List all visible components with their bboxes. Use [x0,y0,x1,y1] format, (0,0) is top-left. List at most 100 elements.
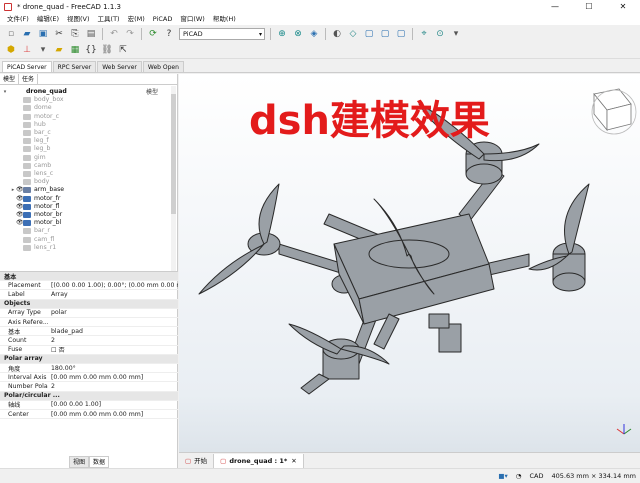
open-file-icon[interactable]: ▰ [21,28,33,40]
measure-icon[interactable]: ⌖ [418,28,430,40]
navigation-style[interactable]: CAD [529,472,543,480]
close-tab-icon[interactable]: ✕ [291,454,296,468]
expand-arrow-icon[interactable]: ▾ [2,88,8,96]
stereo-icon[interactable]: ◐ [331,28,343,40]
tab-web-open[interactable]: Web Open [142,61,184,72]
property-value[interactable]: [(0.00 0.00 1.00); 0.00°; (0.00 mm 0.00 … [48,282,178,289]
property-row[interactable]: 角度 180.00° [0,364,178,374]
visibility-eye-icon[interactable]: 👁 [16,186,24,194]
property-value[interactable]: ☐ 否 [48,345,178,354]
tab-view[interactable]: 视图 [68,456,89,468]
property-row[interactable]: Fuse ☐ 否 [0,346,178,355]
property-row[interactable]: Number Polar 2 [0,382,178,392]
tree-item[interactable]: hub [10,121,46,129]
tree-item[interactable]: bar_r [10,227,50,235]
property-group[interactable]: Polar array [0,354,178,364]
menu-help[interactable]: 帮助(H) [209,13,240,25]
zoom-icon[interactable]: ⊙ [434,28,446,40]
tree-item[interactable]: 👁 motor_fr [10,195,60,203]
fit-selection-icon[interactable]: ⊗ [292,28,304,40]
tab-web-server[interactable]: Web Server [97,61,142,72]
refresh-icon[interactable]: ⟳ [147,28,159,40]
tree-item[interactable]: lens_c [10,170,53,178]
tab-model[interactable]: 模型 [0,74,20,84]
visibility-eye-icon[interactable]: 👁 [16,219,24,227]
property-value[interactable]: [0.00 mm 0.00 mm 0.00 mm] [48,411,178,418]
right-view-icon[interactable]: ▢ [395,28,407,40]
display-mode-icon[interactable]: ■▾ [498,472,507,480]
property-row[interactable]: 基本 blade_pad [0,327,178,337]
visibility-eye-icon[interactable]: 👁 [16,203,24,211]
tree-item[interactable]: leg_f [10,137,49,145]
tree-item[interactable]: lens_r1 [10,244,56,252]
tree-item[interactable]: leg_b [10,145,50,153]
front-view-icon[interactable]: ▢ [363,28,375,40]
minimize-button[interactable]: — [538,0,572,13]
property-value[interactable]: [0.00 mm 0.00 mm 0.00 mm] [48,374,178,381]
property-value[interactable]: 2 [48,337,178,344]
help-arrow-icon[interactable]: ⇱ [117,44,129,56]
tab-rpc-server[interactable]: RPC Server [52,61,97,72]
tree-item[interactable]: ▸ 👁 arm_base [10,186,64,194]
draw-style-icon[interactable]: ◈ [308,28,320,40]
menu-picad[interactable]: PiCAD [149,13,177,25]
property-row[interactable]: Placement [(0.00 0.00 1.00); 0.00°; (0.00… [0,281,178,291]
property-group[interactable]: Objects [0,299,178,309]
property-group[interactable]: Polar/circular ... [0,391,178,401]
tree-item[interactable]: 👁 motor_bl [10,219,61,227]
tree-item[interactable]: gim [10,154,46,162]
fit-all-icon[interactable]: ⊕ [276,28,288,40]
dropdown-icon[interactable]: ▾ [37,44,49,56]
paste-icon[interactable]: ▤ [85,28,97,40]
tree-item[interactable]: body [10,178,49,186]
tree-item[interactable]: body_box [10,96,64,104]
part-icon[interactable]: ⬢ [5,44,17,56]
property-row[interactable]: Array Type polar [0,309,178,318]
visibility-eye-icon[interactable]: 👁 [16,211,24,219]
axis-icon[interactable]: ⊥ [21,44,33,56]
tab-tasks[interactable]: 任务 [19,74,39,84]
property-value[interactable]: 2 [48,383,178,390]
tree-item[interactable]: bar_c [10,129,51,137]
undo-icon[interactable]: ↶ [108,28,120,40]
tab-drone-quad[interactable]: ▢ drone_quad : 1* ✕ [214,453,304,468]
property-value[interactable]: 180.00° [48,365,178,372]
property-row[interactable]: Center [0.00 mm 0.00 mm 0.00 mm] [0,410,178,420]
property-value[interactable]: [0.00 0.00 1.00] [48,401,178,408]
workbench-selector[interactable]: PiCAD ▾ [179,27,265,40]
menu-window[interactable]: 窗口(W) [176,13,209,25]
menu-edit[interactable]: 编辑(E) [33,13,63,25]
property-value[interactable]: polar [48,309,178,316]
folder-icon[interactable]: ▰ [53,44,65,56]
close-button[interactable]: ✕ [606,0,640,13]
more-icon[interactable]: ▾ [450,28,462,40]
property-value[interactable]: blade_pad [48,328,178,335]
tree-item[interactable]: cam_fl [10,236,54,244]
isometric-view-icon[interactable]: ◇ [347,28,359,40]
tree-item[interactable]: 👁 motor_fl [10,203,60,211]
property-row[interactable]: Label Array [0,290,178,300]
property-group[interactable]: 基本 [0,272,178,282]
tree-item[interactable]: motor_c [10,113,59,121]
tree-scrollbar-thumb[interactable] [171,94,176,214]
property-row[interactable]: 轴线 [0.00 0.00 1.00] [0,401,178,410]
menu-file[interactable]: 文件(F) [3,13,33,25]
whats-this-icon[interactable]: ? [163,28,175,40]
save-icon[interactable]: ▣ [37,28,49,40]
tab-picad-server[interactable]: PiCAD Server [2,61,52,72]
tree-item[interactable]: ▾ drone_quad [2,88,67,96]
cut-icon[interactable]: ✂ [53,28,65,40]
tree-item[interactable]: dome [10,104,52,112]
property-value[interactable]: Array [48,291,178,298]
copy-icon[interactable]: ⎘ [69,28,81,40]
link-icon[interactable]: ⛓ [101,44,113,56]
tree-item[interactable]: camb [10,162,51,170]
menu-view[interactable]: 视图(V) [63,13,94,25]
tree-item[interactable]: 👁 motor_br [10,211,62,219]
menu-tools[interactable]: 工具(T) [94,13,124,25]
tab-start[interactable]: ▢ 开始 [179,453,215,468]
new-file-icon[interactable]: ▫ [5,28,17,40]
menu-macro[interactable]: 宏(M) [124,13,149,25]
maximize-button[interactable]: ☐ [572,0,606,13]
new-group-icon[interactable]: ▦ [69,44,81,56]
